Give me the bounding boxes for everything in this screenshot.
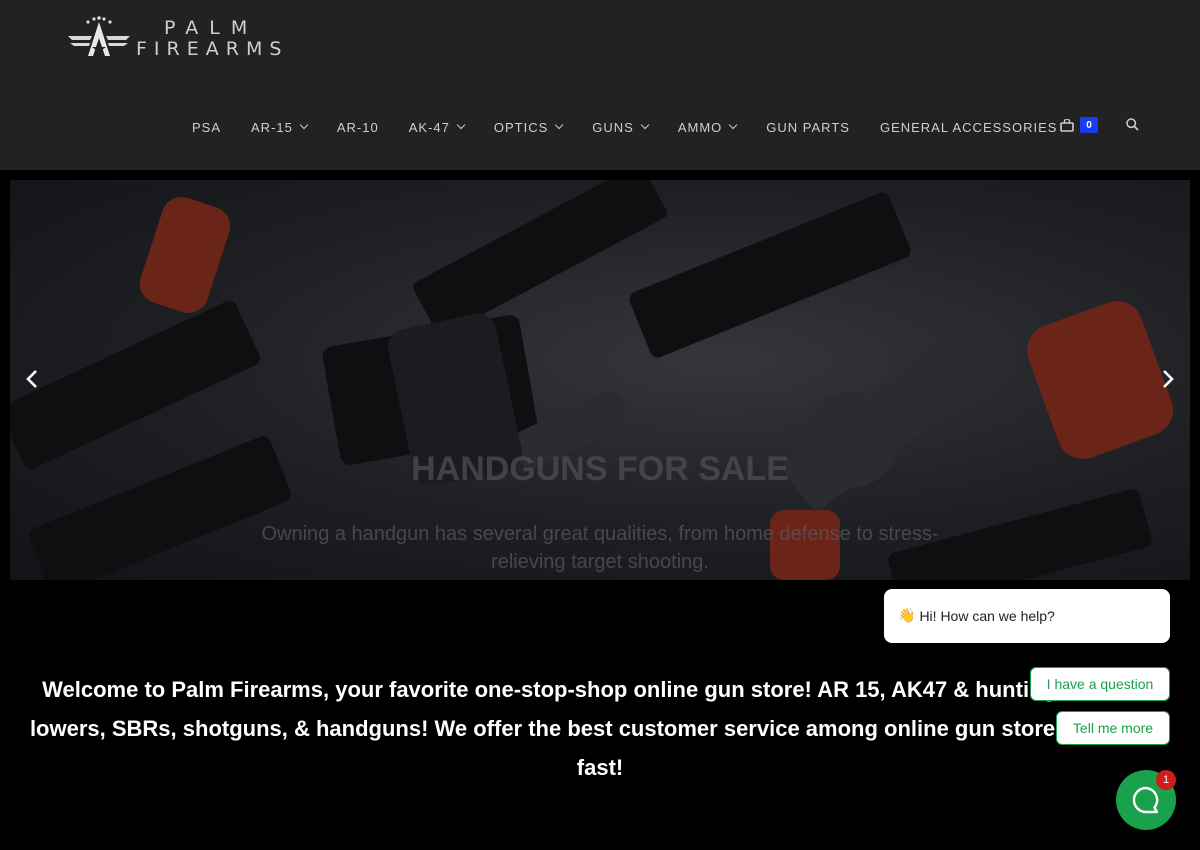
nav-item-label: GUNS [592, 119, 634, 135]
chevron-down-icon [640, 120, 650, 130]
logo-text: PALM FIREARMS [136, 19, 288, 59]
cart-count-badge: 0 [1080, 117, 1098, 133]
nav-item-optics[interactable]: OPTICS [493, 119, 564, 135]
hero-slider[interactable]: HANDGUNS FOR SALE Owning a handgun has s… [10, 180, 1190, 580]
nav-item-label: AR-15 [251, 119, 293, 135]
waving-hand-icon: 👋 [898, 608, 916, 624]
nav-item-general-accessories[interactable]: GENERAL ACCESSORIES [880, 120, 1057, 135]
logo-line2: FIREARMS [136, 38, 289, 60]
site-header: PALM FIREARMS PSA AR-15 AR-10 AK-47 OPTICS GU… [0, 0, 1200, 170]
chat-unread-badge: 1 [1156, 770, 1176, 790]
nav-item-guns[interactable]: GUNS [592, 119, 650, 135]
welcome-text: Welcome to Palm Firearms, your favorite … [29, 677, 1171, 780]
slider-next-button[interactable] [1156, 368, 1178, 390]
chat-icon [1132, 786, 1159, 814]
nav-item-ar-10[interactable]: AR-10 [337, 120, 379, 135]
nav-item-ammo[interactable]: AMMO [677, 119, 738, 135]
chevron-right-icon [1163, 370, 1174, 388]
chevron-down-icon [456, 120, 466, 130]
nav-item-psa[interactable]: PSA [192, 120, 221, 135]
chevron-down-icon [729, 120, 738, 130]
slide-subtitle: Owning a handgun has several great quali… [261, 523, 939, 573]
slide-title: HANDGUNS FOR SALE [411, 450, 789, 488]
shopping-bag-icon [1060, 118, 1074, 132]
chevron-down-icon [299, 120, 309, 130]
main-nav: PSA AR-15 AR-10 AK-47 OPTICS GUNS AMMO GUN PART… [192, 116, 1087, 138]
nav-item-label: AR-10 [336, 119, 379, 135]
nav-item-ar-15[interactable]: AR-15 [251, 119, 309, 135]
nav-item-label: GENERAL ACCESSORIES [879, 119, 1058, 135]
cart-button[interactable]: 0 [1060, 117, 1098, 133]
chat-option-question-button[interactable]: I have a question [1030, 667, 1170, 701]
chevron-down-icon [555, 120, 564, 130]
site-logo[interactable]: PALM FIREARMS [66, 14, 306, 64]
nav-item-gun-parts[interactable]: GUN PARTS [766, 120, 850, 135]
nav-item-label: AK-47 [408, 119, 450, 135]
nav-item-label: GUN PARTS [766, 119, 850, 135]
search-icon [1126, 118, 1139, 131]
chat-greeting-bubble: 👋 Hi! How can we help? [884, 589, 1170, 643]
nav-item-label: PSA [192, 119, 222, 135]
nav-item-ak-47[interactable]: AK-47 [408, 119, 466, 135]
chevron-left-icon [26, 370, 37, 388]
chat-option-tell-more-button[interactable]: Tell me more [1056, 711, 1170, 745]
chat-greeting-text: Hi! How can we help? [919, 608, 1055, 624]
logo-line1: PALM [164, 17, 259, 39]
search-button[interactable] [1126, 118, 1139, 136]
nav-item-label: OPTICS [493, 119, 549, 135]
slider-prev-button[interactable] [22, 368, 44, 390]
logo-icon [68, 16, 130, 56]
nav-item-label: AMMO [677, 119, 723, 135]
